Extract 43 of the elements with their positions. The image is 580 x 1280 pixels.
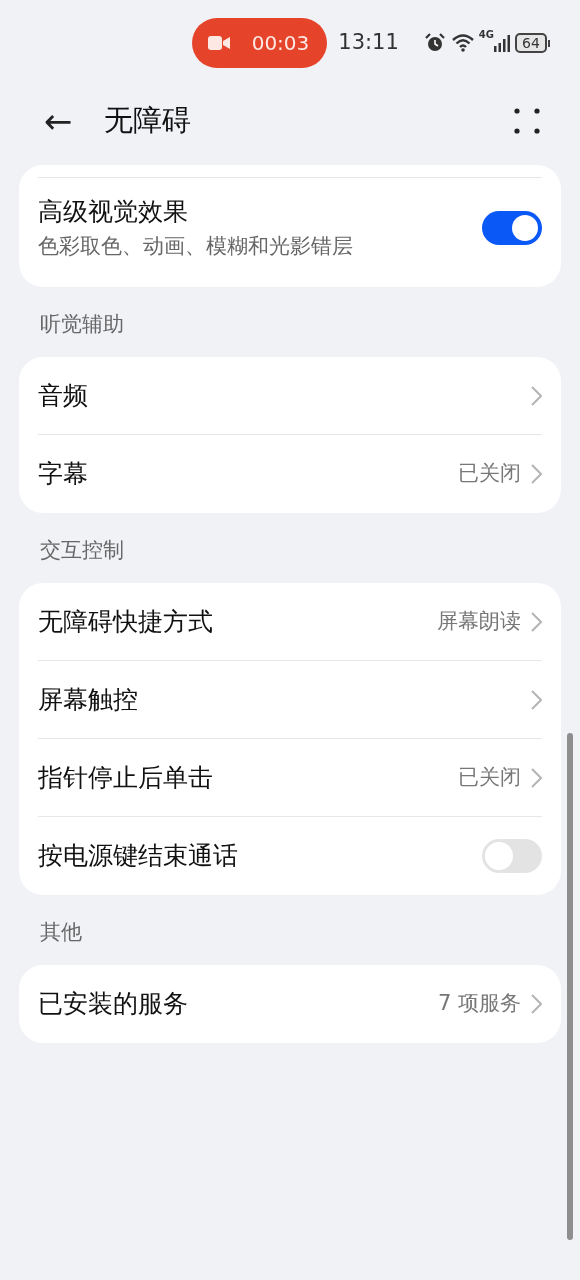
row-title: 无障碍快捷方式 (38, 605, 213, 638)
settings-row[interactable]: 无障碍快捷方式 屏幕朗读 (38, 583, 542, 661)
row-value: 已关闭 (458, 460, 521, 488)
settings-row[interactable]: 字幕 已关闭 (38, 435, 542, 513)
row-value: 7 项服务 (437, 990, 521, 1018)
back-button[interactable]: ← (40, 104, 76, 138)
row-title: 已安装的服务 (38, 988, 188, 1020)
row-title: 高级视觉效果 (38, 195, 189, 228)
settings-row[interactable]: 已安装的服务 7 项服务 (38, 965, 542, 1043)
page-title: 无障碍 (104, 102, 191, 140)
chevron-right-icon (531, 385, 542, 406)
video-camera-icon (207, 35, 230, 51)
network-type: 4G (478, 30, 494, 40)
chevron-right-icon (531, 994, 542, 1014)
toggle-switch[interactable] (482, 839, 542, 873)
more-icon[interactable] (514, 108, 540, 134)
chevron-right-icon (531, 464, 542, 484)
settings-row[interactable]: 屏幕触控 (38, 661, 542, 739)
recording-time: 00:03 (251, 30, 310, 57)
row-title: 屏幕触控 (38, 683, 138, 716)
chevron-right-icon (531, 767, 542, 788)
toggle-switch[interactable] (482, 210, 542, 245)
row-subtitle: 色彩取色、动画、模糊和光影错层 (38, 232, 353, 260)
clock-time: 13:11 (338, 29, 399, 57)
settings-row[interactable]: 指针停止后单击 已关闭 (38, 739, 542, 817)
row-title: 按电源键结束通话 (38, 840, 238, 872)
section-header: 其他 (39, 919, 83, 947)
settings-row[interactable]: 高级视觉效果 色彩取色、动画、模糊和光影错层 (38, 178, 542, 287)
row-value: 屏幕朗读 (437, 607, 521, 635)
wifi-icon (450, 33, 475, 53)
row-title: 指针停止后单击 (38, 761, 213, 794)
alarm-icon (424, 33, 445, 53)
chevron-right-icon (531, 689, 542, 710)
signal-icon (494, 34, 510, 52)
row-title: 音频 (38, 379, 88, 412)
settings-row[interactable]: 按电源键结束通话 (38, 817, 542, 895)
section-header: 交互控制 (39, 537, 125, 565)
settings-row[interactable]: 音频 (38, 357, 542, 435)
row-title: 字幕 (38, 458, 88, 490)
battery-indicator: 64 (515, 33, 550, 53)
row-value: 已关闭 (458, 763, 521, 791)
section-header: 听觉辅助 (39, 311, 125, 339)
chevron-right-icon (531, 611, 542, 632)
